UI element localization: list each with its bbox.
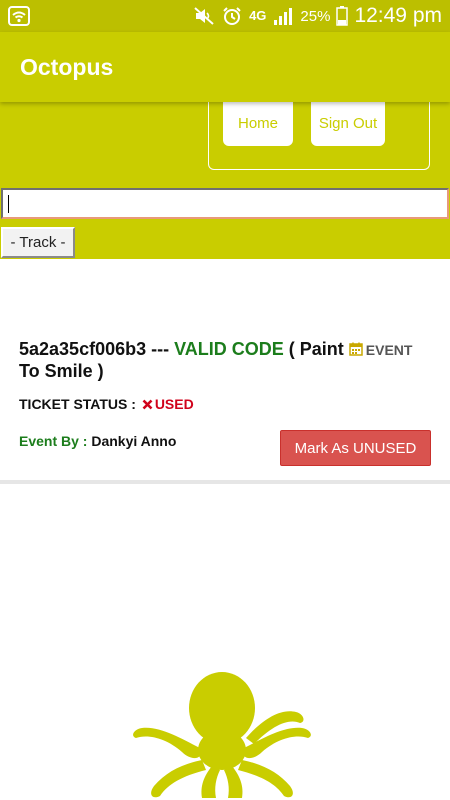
battery-percent: 25%	[300, 7, 331, 25]
event-tag: EVENT	[349, 342, 413, 358]
home-button[interactable]: Home	[223, 100, 293, 146]
event-suffix: To Smile )	[19, 361, 104, 381]
ticket-status-label: TICKET STATUS :	[19, 396, 140, 412]
code-separator: ---	[146, 339, 175, 359]
ticket-code: 5a2a35cf006b3	[19, 339, 147, 359]
event-by-value: Dankyi Anno	[91, 433, 177, 449]
ticket-status-value: USED	[154, 396, 194, 412]
sign-out-button[interactable]: Sign Out	[311, 100, 385, 146]
track-button[interactable]: - Track -	[1, 227, 75, 258]
mute-icon	[194, 7, 214, 25]
calendar-icon	[349, 342, 363, 356]
app-title: Octopus	[20, 54, 114, 80]
signal-icon	[274, 8, 293, 25]
battery-icon	[336, 6, 349, 26]
event-tag-label: EVENT	[365, 342, 413, 358]
mark-unused-button[interactable]: Mark As UNUSED	[280, 430, 431, 466]
alarm-icon	[223, 7, 241, 25]
network-type: 4G	[249, 8, 267, 23]
event-by-line: Event By : Dankyi Anno	[19, 433, 176, 449]
octopus-logo	[133, 672, 311, 798]
close-icon	[142, 399, 153, 410]
event-prefix: ( Paint	[283, 339, 349, 359]
status-bar: 4G 25% 12:49 pm	[0, 0, 450, 32]
event-by-label: Event By :	[19, 433, 92, 449]
nav-box: Home Sign Out	[208, 100, 430, 170]
text-caret	[8, 195, 9, 213]
result-card: 5a2a35cf006b3 --- VALID CODE ( Paint EVE…	[0, 259, 450, 484]
wifi-icon	[8, 6, 30, 26]
ticket-status-line: TICKET STATUS : USED	[19, 396, 194, 412]
header-area: Home Sign Out - Track -	[0, 100, 450, 259]
code-line: 5a2a35cf006b3 --- VALID CODE ( Paint EVE…	[19, 339, 439, 382]
validity-text: VALID CODE	[174, 339, 284, 359]
tracking-code-input[interactable]	[1, 188, 449, 219]
clock: 12:49 pm	[354, 4, 442, 27]
app-bar: Octopus	[0, 32, 450, 102]
